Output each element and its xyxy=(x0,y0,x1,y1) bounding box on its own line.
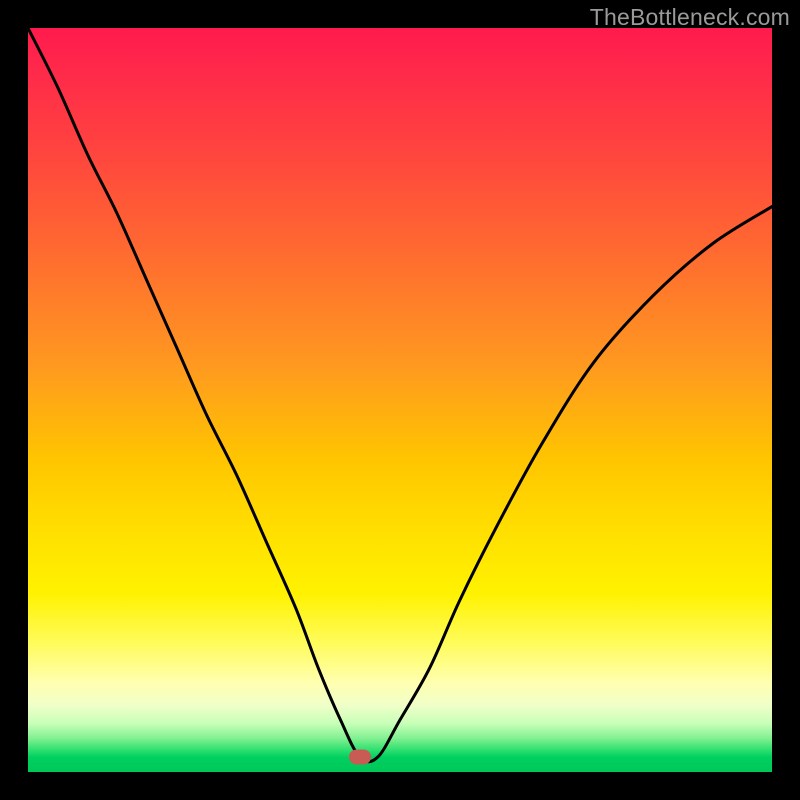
watermark-text: TheBottleneck.com xyxy=(590,4,790,31)
curve-layer xyxy=(28,28,772,772)
plot-area xyxy=(28,28,772,772)
outer-frame: TheBottleneck.com xyxy=(0,0,800,800)
optimum-marker xyxy=(349,750,371,765)
bottleneck-curve xyxy=(28,28,772,762)
